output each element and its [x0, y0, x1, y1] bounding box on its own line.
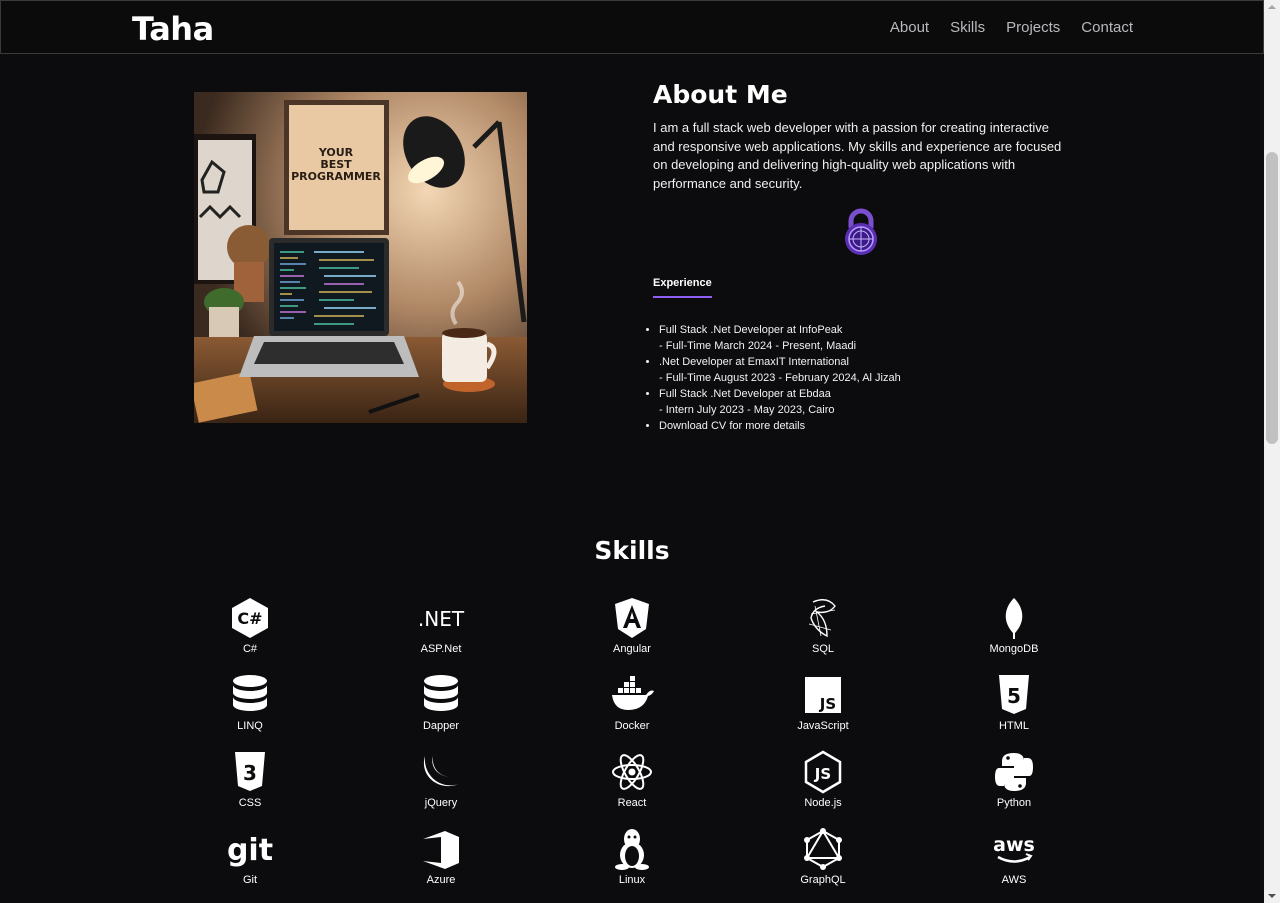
- skill-jquery: jQuery: [346, 744, 536, 814]
- graphql-icon: [804, 828, 842, 870]
- angular-icon: [615, 598, 649, 638]
- skill-label: CSS: [238, 797, 262, 809]
- skill-label: JavaScript: [797, 720, 849, 732]
- experience-list: Full Stack .Net Developer at InfoPeak - …: [645, 322, 1019, 434]
- python-icon: [995, 753, 1033, 791]
- tab-experience[interactable]: Experience: [653, 277, 712, 298]
- nav-links: About Skills Projects Contact: [869, 19, 1133, 36]
- svg-text:PROGRAMMER: PROGRAMMER: [291, 170, 381, 183]
- html5-icon: 5: [999, 675, 1029, 714]
- linux-icon: [615, 829, 649, 870]
- nodejs-icon: JS: [804, 750, 842, 794]
- skill-mongodb: MongoDB: [919, 590, 1109, 660]
- experience-role: Full Stack .Net Developer at InfoPeak: [659, 324, 843, 336]
- skill-label: Dapper: [422, 720, 460, 732]
- svg-text:5: 5: [1007, 684, 1021, 708]
- list-item: Full Stack .Net Developer at Ebdaa - Int…: [659, 386, 1019, 418]
- skill-html: 5 HTML: [919, 667, 1109, 737]
- skill-label: jQuery: [424, 797, 458, 809]
- skill-react: React: [537, 744, 727, 814]
- git-icon: git: [227, 833, 273, 868]
- about-section: About Me I am a full stack web developer…: [653, 80, 1073, 194]
- about-photo: YOUR BEST PROGRAMMER: [194, 92, 527, 423]
- skill-sql: SQL: [728, 590, 918, 660]
- skill-label: GraphQL: [800, 874, 846, 886]
- experience-detail: - Full-Time August 2023 - February 2024,…: [659, 372, 901, 384]
- skill-git: git Git: [155, 821, 345, 891]
- experience-role: .Net Developer at EmaxIT International: [659, 356, 849, 368]
- experience-role: Full Stack .Net Developer at Ebdaa: [659, 388, 831, 400]
- experience-detail: - Intern July 2023 - May 2023, Cairo: [659, 404, 835, 416]
- brand-logo[interactable]: Taha: [132, 10, 214, 48]
- mongodb-icon: [1005, 598, 1023, 639]
- jquery-icon: [423, 754, 459, 787]
- skill-label: C#: [242, 643, 258, 655]
- scroll-thumb[interactable]: [1266, 152, 1278, 444]
- skill-label: ASP.Net: [420, 643, 462, 655]
- react-icon: [612, 754, 652, 790]
- azure-icon: [423, 831, 459, 869]
- skill-label: LINQ: [237, 720, 263, 732]
- svg-text:.NET: .NET: [418, 607, 465, 631]
- svg-text:3: 3: [243, 761, 257, 785]
- skill-graphql: GraphQL: [728, 821, 918, 891]
- skill-dapper: Dapper: [346, 667, 536, 737]
- scroll-down-arrow-icon[interactable]: [1264, 889, 1280, 903]
- skill-label: Docker: [614, 720, 650, 732]
- scroll-up-arrow-icon[interactable]: [1264, 0, 1280, 14]
- nav-link-about[interactable]: About: [890, 19, 929, 36]
- skill-css: 3 CSS: [155, 744, 345, 814]
- svg-text:JS: JS: [814, 765, 831, 783]
- skill-label: Python: [996, 797, 1032, 809]
- skills-title: Skills: [594, 536, 670, 565]
- skill-label: Linux: [618, 874, 646, 886]
- skill-azure: Azure: [346, 821, 536, 891]
- skill-angular: Angular: [537, 590, 727, 660]
- csharp-icon: C#: [232, 598, 268, 638]
- about-text: I am a full stack web developer with a p…: [653, 120, 1062, 192]
- docker-icon: [612, 676, 654, 710]
- list-item: Download CV for more details: [659, 418, 1019, 434]
- skill-label: SQL: [811, 643, 834, 655]
- about-title: About Me: [653, 80, 788, 109]
- javascript-icon: JS: [805, 677, 841, 713]
- skill-label: Git: [242, 874, 258, 886]
- skill-label: Node.js: [804, 797, 842, 809]
- svg-text:C#: C#: [237, 609, 262, 628]
- navbar: Taha About Skills Projects Contact: [0, 0, 1264, 54]
- sql-server-icon: [808, 599, 836, 638]
- dotnet-icon: .NET: [418, 607, 465, 631]
- svg-text:git: git: [227, 833, 273, 868]
- database-icon: [233, 675, 267, 711]
- skill-label: React: [617, 797, 647, 809]
- lock-icon: [843, 208, 879, 256]
- skill-label: AWS: [1001, 874, 1027, 886]
- nav-link-contact[interactable]: Contact: [1081, 19, 1133, 36]
- skill-label: Azure: [426, 874, 456, 886]
- skill-docker: Docker: [537, 667, 727, 737]
- skill-python: Python: [919, 744, 1109, 814]
- skill-label: Angular: [613, 643, 651, 655]
- svg-text:JS: JS: [819, 695, 836, 713]
- css3-icon: 3: [235, 752, 265, 791]
- skill-linux: Linux: [537, 821, 727, 891]
- nav-link-projects[interactable]: Projects: [1006, 19, 1060, 36]
- experience-detail: - Full-Time March 2024 - Present, Maadi: [659, 340, 857, 352]
- skill-aspnet: .NET ASP.Net: [346, 590, 536, 660]
- svg-text:aws: aws: [993, 834, 1035, 856]
- skill-label: HTML: [999, 720, 1029, 732]
- aws-icon: aws: [993, 834, 1035, 863]
- skill-javascript: JS JavaScript: [728, 667, 918, 737]
- skill-nodejs: JS Node.js: [728, 744, 918, 814]
- scrollbar[interactable]: [1264, 0, 1280, 903]
- skill-label: MongoDB: [989, 643, 1039, 655]
- skill-linq: LINQ: [155, 667, 345, 737]
- skill-csharp: C# C#: [155, 590, 345, 660]
- database-icon: [424, 675, 458, 711]
- skill-aws: aws AWS: [919, 821, 1109, 891]
- list-item: Full Stack .Net Developer at InfoPeak - …: [659, 322, 1019, 354]
- nav-link-skills[interactable]: Skills: [950, 19, 985, 36]
- download-cv-text: Download CV for more details: [659, 420, 806, 432]
- list-item: .Net Developer at EmaxIT International -…: [659, 354, 1019, 386]
